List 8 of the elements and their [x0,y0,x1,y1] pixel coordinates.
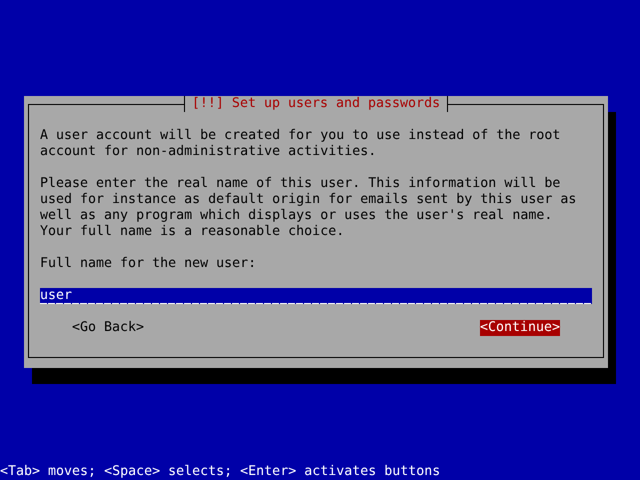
full-name-field[interactable]: user [40,288,592,304]
field-label: Full name for the new user: [40,256,258,272]
dialog-title: [!!] Set up users and passwords [184,96,448,112]
key-help-text: <Tab> moves; <Space> selects; <Enter> activates buttons [0,464,440,479]
description-text: A user account will be created for you to use instead of the root account for non-administrative activities. [40,128,562,160]
description-text: Please enter the real name of this user. This information will be used for instance as default origin for emails sent by this user as well as any program which displays or uses the user's real name. Your full name is a reasonable choice. [40,176,578,240]
dialog-button[interactable]: <Continue> [480,320,560,336]
dialog-button[interactable]: <Go Back> [72,320,144,336]
